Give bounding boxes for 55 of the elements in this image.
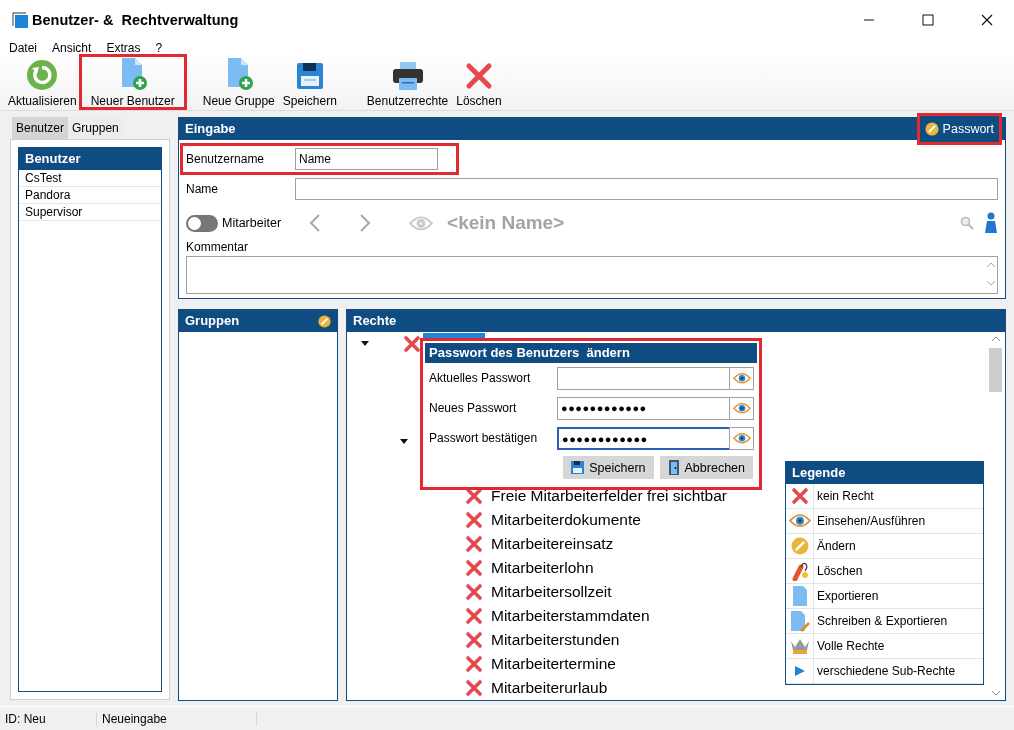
user-list-item[interactable]: Supervisor (19, 204, 161, 221)
toolbar-button[interactable]: Neuer Benutzer (80, 56, 185, 108)
user-list-item[interactable]: Pandora (19, 187, 161, 204)
legend-label: Schreiben & Exportieren (816, 614, 948, 628)
field-label: Aktuelles Passwort (429, 371, 532, 385)
field-label: Benutzername (186, 152, 266, 166)
tree-item-label[interactable]: Mitarbeitertermine (491, 655, 616, 673)
tree-item-label[interactable]: Mitarbeitereinsatz (491, 535, 614, 553)
menu-item[interactable]: Ansicht (52, 41, 92, 55)
tree-item-label[interactable]: Mitarbeitersollzeit (491, 583, 612, 601)
tab[interactable]: Gruppen (68, 117, 123, 139)
dialog-button[interactable]: Abbrechen (659, 456, 753, 479)
legend-label: Exportieren (816, 589, 879, 603)
panel-title: Gruppen (185, 312, 240, 330)
user-list-item[interactable]: CsTest (19, 170, 161, 187)
panel-title: Rechte (353, 312, 397, 330)
menu-item[interactable]: Datei (9, 41, 37, 55)
legend-label: Einsehen/Ausführen (816, 514, 926, 528)
tree-item-label[interactable]: Mitarbeiterdokumente (491, 511, 641, 529)
display-name: <kein Name> (447, 212, 565, 234)
password-button[interactable]: Passwort (918, 115, 1000, 143)
toolbar-button[interactable]: Neue Gruppe (198, 56, 279, 108)
legend-label: Löschen (816, 564, 863, 578)
toolbar-button[interactable]: Löschen (452, 56, 506, 108)
tree-item-label[interactable]: Mitarbeiterlohn (491, 559, 594, 577)
username-field[interactable]: Name (295, 148, 438, 170)
legend-title: Legende (786, 462, 983, 484)
legend-label: Ändern (816, 539, 856, 553)
toolbar-button[interactable]: Benutzerrechte (362, 56, 453, 108)
field-label: Passwort bestätigen (429, 431, 539, 445)
password-field[interactable]: ●●●●●●●●●●●● (557, 426, 729, 450)
toolbar-button[interactable]: Aktualisieren (4, 56, 81, 108)
toggle-label: Mitarbeiter (222, 216, 282, 230)
field-label: Neues Passwort (429, 401, 518, 415)
password-field[interactable]: ●●●●●●●●●●●● (557, 396, 729, 420)
dialog-button[interactable]: Speichern (563, 456, 654, 479)
field-label: Name (186, 182, 219, 196)
toolbar-button[interactable]: Speichern (278, 56, 341, 108)
legend-label: kein Recht (816, 489, 874, 503)
tree-item-label[interactable]: Mitarbeiterstammdaten (491, 607, 650, 625)
menu-item[interactable]: Extras (106, 41, 141, 55)
legend-label: verschiedene Sub-Rechte (816, 664, 956, 678)
list-header: Benutzer (19, 148, 161, 170)
menu-item[interactable]: ? (155, 41, 163, 55)
tab[interactable]: Benutzer (12, 117, 69, 139)
window-title: Benutzer- & Rechtverwaltung (32, 12, 239, 28)
dialog-title: Passwort des Benutzers ändern (425, 343, 757, 363)
tree-item-label[interactable]: Mitarbeiterstunden (491, 631, 620, 649)
legend-label: Volle Rechte (816, 639, 885, 653)
status-text: Neueingabe (97, 711, 257, 726)
panel-title: Eingabe (185, 120, 236, 138)
tree-item-label[interactable]: Freie Mitarbeiterfelder frei sichtbar (491, 487, 728, 505)
field-label: Kommentar (186, 240, 250, 254)
tree-item-label[interactable]: Mitarbeiterurlaub (491, 679, 608, 697)
status-text: ID: Neu (5, 711, 97, 726)
